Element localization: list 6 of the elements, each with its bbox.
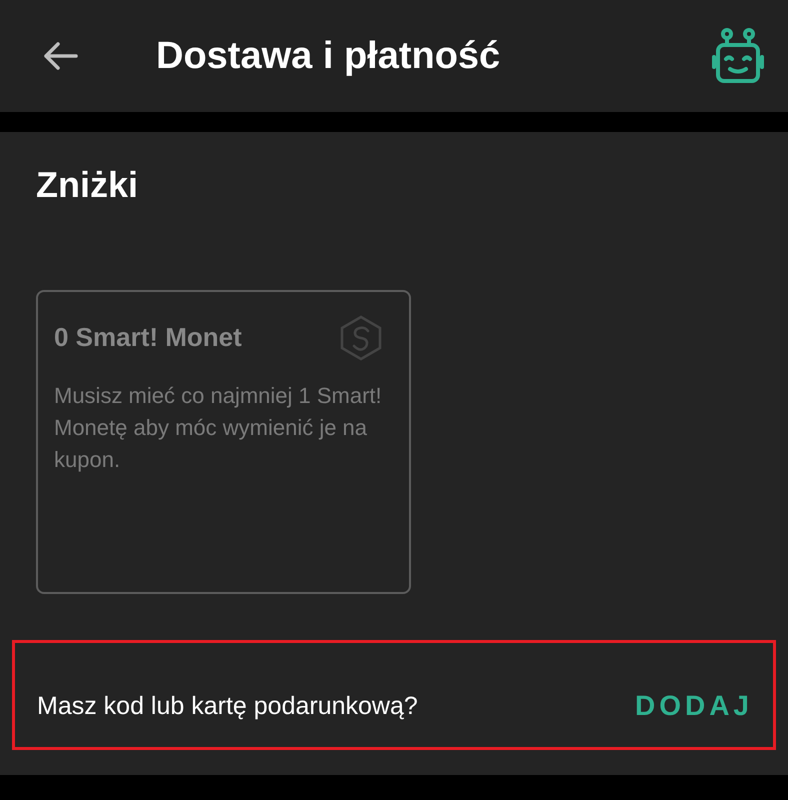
card-title: 0 Smart! Monet	[54, 322, 242, 353]
add-button[interactable]: DODAJ	[634, 690, 753, 722]
card-description: Musisz mieć co najmniej 1 Smart! Monetę aby móc wymienić je na kupon.	[54, 382, 383, 474]
section-title: Zniżki	[36, 164, 140, 206]
screen-title: Dostawa i płatność	[156, 34, 502, 78]
promo-label: Masz kod lub kartę podarunkową?	[37, 692, 418, 720]
